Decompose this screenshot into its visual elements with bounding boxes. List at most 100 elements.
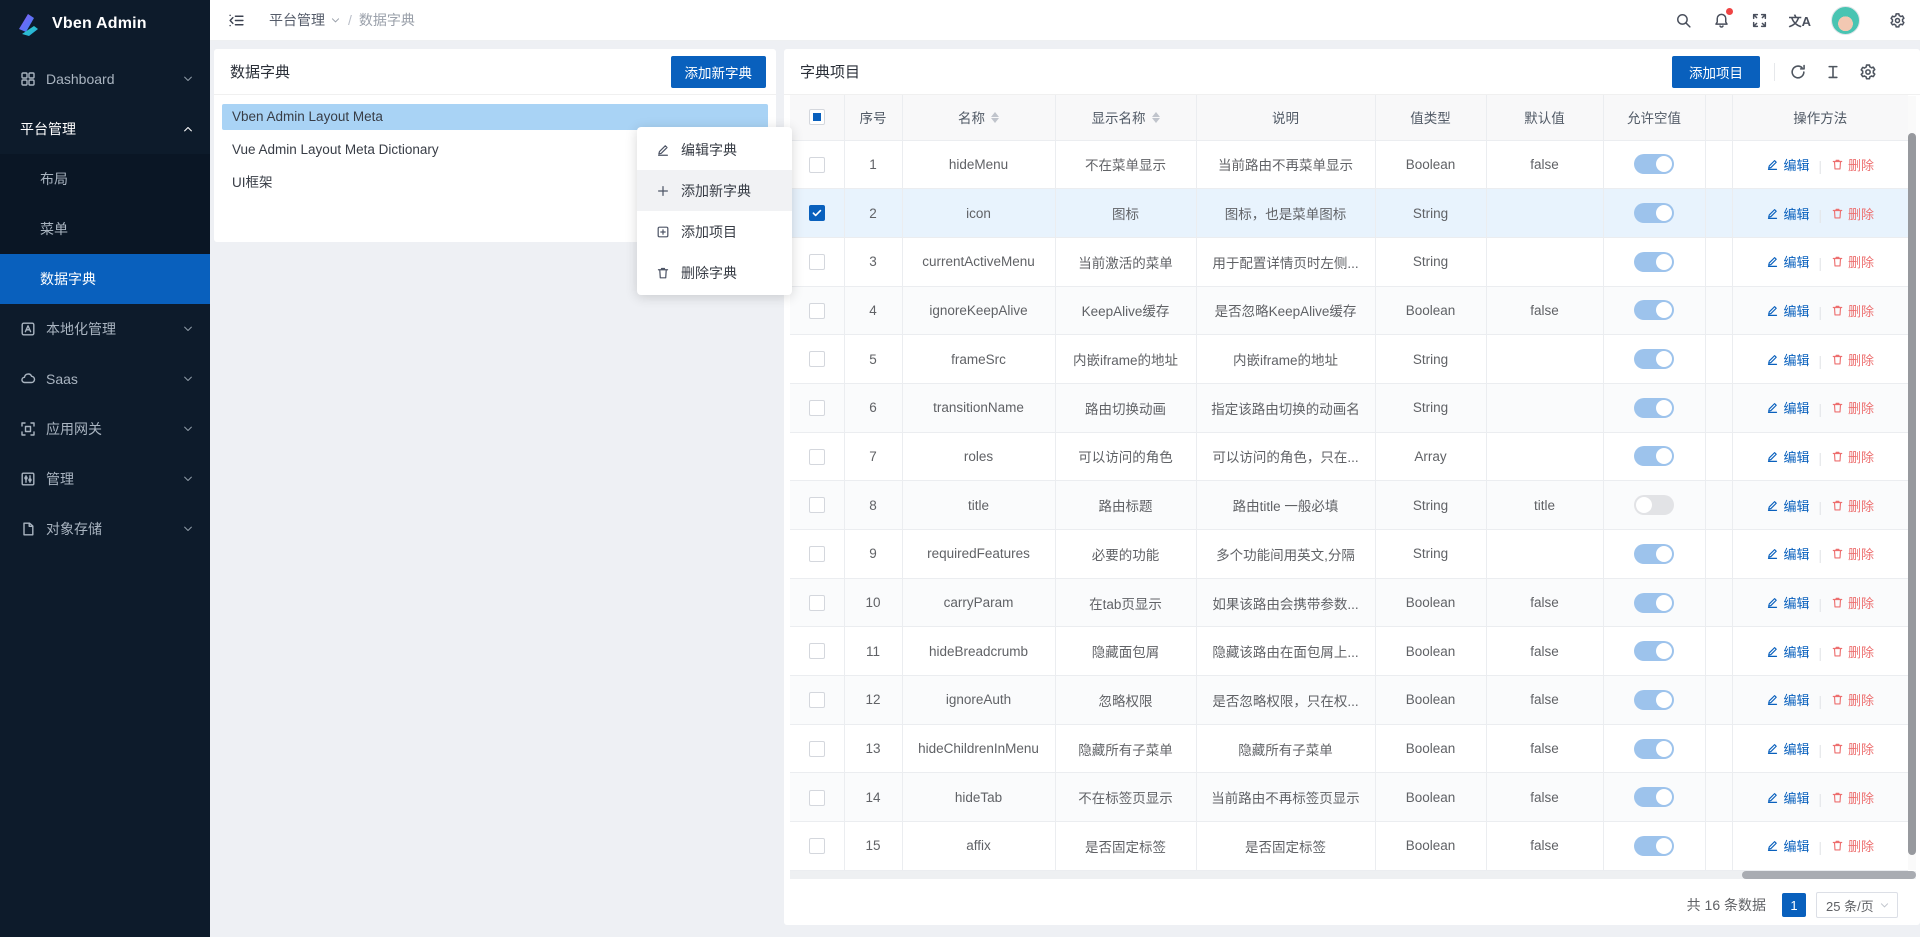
row-checkbox[interactable] [809,692,825,708]
settings-gear-icon[interactable] [1889,12,1906,29]
refresh-icon[interactable] [1789,63,1807,81]
breadcrumb-platform[interactable]: 平台管理 [269,10,341,30]
row-checkbox[interactable] [809,157,825,173]
allow-empty-toggle[interactable] [1634,836,1674,856]
edit-row-button[interactable]: 编辑 [1766,642,1809,661]
context-menu-item-编辑字典[interactable]: 编辑字典 [637,129,792,170]
allow-empty-toggle[interactable] [1634,739,1674,759]
sidebar-subitem-菜单[interactable]: 菜单 [0,204,210,254]
allow-empty-toggle[interactable] [1634,641,1674,661]
column-header-显示名称[interactable]: 显示名称 [1055,95,1196,140]
edit-row-button[interactable]: 编辑 [1766,350,1809,369]
edit-row-button[interactable]: 编辑 [1766,496,1809,515]
delete-row-button[interactable]: 删除 [1831,252,1874,271]
edit-row-button[interactable]: 编辑 [1766,252,1809,271]
app-logo[interactable]: Vben Admin [0,0,210,48]
edit-row-button[interactable]: 编辑 [1766,836,1809,855]
add-dictionary-button[interactable]: 添加新字典 [671,56,767,88]
delete-row-button[interactable]: 删除 [1831,301,1874,320]
allow-empty-toggle[interactable] [1634,154,1674,174]
delete-row-button[interactable]: 删除 [1831,788,1874,807]
column-header-checkbox[interactable] [790,95,844,140]
search-icon[interactable] [1675,12,1692,29]
row-checkbox[interactable] [809,205,825,221]
sort-carets-icon[interactable] [1152,112,1160,123]
sidebar-fold-icon[interactable] [228,12,245,29]
vertical-scrollbar-thumb[interactable] [1908,133,1916,855]
allow-empty-toggle[interactable] [1634,544,1674,564]
sidebar-subitem-布局[interactable]: 布局 [0,154,210,204]
delete-row-button[interactable]: 删除 [1831,398,1874,417]
sidebar-item-对象存储[interactable]: 对象存储 [0,504,210,554]
delete-row-button[interactable]: 删除 [1831,155,1874,174]
row-checkbox[interactable] [809,254,825,270]
row-height-icon[interactable] [1824,63,1842,81]
delete-row-button[interactable]: 删除 [1831,496,1874,515]
edit-row-button[interactable]: 编辑 [1766,788,1809,807]
delete-row-button[interactable]: 删除 [1831,204,1874,223]
edit-row-button[interactable]: 编辑 [1766,544,1809,563]
delete-row-button[interactable]: 删除 [1831,350,1874,369]
allow-empty-toggle[interactable] [1634,593,1674,613]
column-header-名称[interactable]: 名称 [902,95,1055,140]
delete-row-button[interactable]: 删除 [1831,544,1874,563]
language-switch-icon[interactable]: 文A [1789,11,1811,30]
delete-row-button[interactable]: 删除 [1831,447,1874,466]
allow-empty-toggle[interactable] [1634,349,1674,369]
horizontal-scrollbar-thumb[interactable] [1742,871,1916,879]
delete-row-button[interactable]: 删除 [1831,642,1874,661]
sidebar-subitem-数据字典[interactable]: 数据字典 [0,254,210,304]
row-checkbox[interactable] [809,497,825,513]
sort-carets-icon[interactable] [991,112,999,123]
user-avatar[interactable] [1831,6,1860,35]
edit-row-button[interactable]: 编辑 [1766,155,1809,174]
table-settings-gear-icon[interactable] [1859,63,1877,81]
notification-bell-icon[interactable] [1713,12,1730,29]
allow-empty-toggle[interactable] [1634,398,1674,418]
delete-row-button[interactable]: 删除 [1831,593,1874,612]
edit-row-button[interactable]: 编辑 [1766,398,1809,417]
allow-empty-toggle[interactable] [1634,446,1674,466]
allow-empty-toggle[interactable] [1634,252,1674,272]
context-menu-item-添加项目[interactable]: 添加项目 [637,211,792,252]
delete-row-button[interactable]: 删除 [1831,739,1874,758]
edit-row-button[interactable]: 编辑 [1766,739,1809,758]
edit-row-button[interactable]: 编辑 [1766,690,1809,709]
sidebar-item-Dashboard[interactable]: Dashboard [0,54,210,104]
add-item-button[interactable]: 添加项目 [1672,56,1760,88]
edit-row-button[interactable]: 编辑 [1766,593,1809,612]
edit-row-button[interactable]: 编辑 [1766,204,1809,223]
edit-row-button[interactable]: 编辑 [1766,447,1809,466]
row-checkbox[interactable] [809,400,825,416]
allow-empty-toggle[interactable] [1634,495,1674,515]
pagination-page-1[interactable]: 1 [1782,893,1806,917]
context-menu-item-添加新字典[interactable]: 添加新字典 [637,170,792,211]
delete-row-button[interactable]: 删除 [1831,836,1874,855]
sidebar-item-Saas[interactable]: Saas [0,354,210,404]
sidebar-item-管理[interactable]: 管理 [0,454,210,504]
select-all-checkbox[interactable] [809,109,825,125]
allow-empty-toggle[interactable] [1634,300,1674,320]
allow-empty-toggle[interactable] [1634,690,1674,710]
horizontal-scrollbar[interactable] [790,871,1916,879]
row-checkbox[interactable] [809,595,825,611]
allow-empty-toggle[interactable] [1634,203,1674,223]
vertical-scrollbar[interactable] [1908,96,1916,870]
sidebar-item-应用网关[interactable]: 应用网关 [0,404,210,454]
fullscreen-icon[interactable] [1751,12,1768,29]
row-checkbox[interactable] [809,741,825,757]
row-checkbox[interactable] [809,643,825,659]
row-checkbox[interactable] [809,546,825,562]
row-checkbox[interactable] [809,449,825,465]
row-checkbox[interactable] [809,790,825,806]
delete-row-button[interactable]: 删除 [1831,690,1874,709]
sidebar-item-本地化管理[interactable]: 本地化管理 [0,304,210,354]
edit-row-button[interactable]: 编辑 [1766,301,1809,320]
row-checkbox[interactable] [809,838,825,854]
row-checkbox[interactable] [809,303,825,319]
allow-empty-toggle[interactable] [1634,787,1674,807]
context-menu-item-删除字典[interactable]: 删除字典 [637,252,792,293]
row-checkbox[interactable] [809,351,825,367]
sidebar-item-平台管理[interactable]: 平台管理 [0,104,210,154]
page-size-select[interactable]: 25 条/页 [1816,892,1898,918]
